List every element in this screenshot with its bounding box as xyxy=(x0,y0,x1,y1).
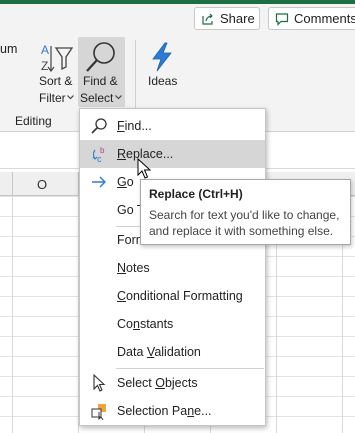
sort-filter-icon[interactable]: A Z xyxy=(40,42,74,74)
search-icon xyxy=(91,118,107,134)
svg-text:Z: Z xyxy=(41,59,48,73)
menu-item-selection-pane[interactable]: Selection Pane... xyxy=(80,397,265,425)
menu-item-label: Notes xyxy=(117,261,150,275)
menu-item-constants[interactable]: Constants xyxy=(80,310,265,338)
menu-item-notes[interactable]: Notes xyxy=(80,254,265,282)
select-objects-icon xyxy=(93,374,106,392)
find-select-line1: Find & xyxy=(83,74,118,88)
share-button[interactable]: Share xyxy=(194,7,260,30)
lightning-icon[interactable] xyxy=(148,42,176,72)
sort-filter-line2[interactable]: Filter xyxy=(39,91,66,105)
ideas-label[interactable]: Ideas xyxy=(148,74,177,88)
menu-item-data-validation[interactable]: Data Validation xyxy=(80,338,265,366)
replace-icon: b c xyxy=(92,146,105,163)
arrow-right-icon xyxy=(92,176,106,188)
menu-item-label: Select Objects xyxy=(117,376,198,390)
tooltip-title: Replace (Ctrl+H) xyxy=(149,187,243,201)
mouse-cursor-icon xyxy=(137,158,151,179)
selection-pane-icon xyxy=(91,404,106,420)
tooltip-description-line: and replace it with something else. xyxy=(149,224,334,238)
column-divider xyxy=(12,172,13,196)
tooltip-description: Search for text you'd like to change, an… xyxy=(149,207,342,239)
comments-button[interactable]: Comments xyxy=(268,7,355,30)
menu-item-label: Go xyxy=(117,175,134,189)
share-icon xyxy=(202,13,213,25)
chevron-down-icon xyxy=(115,95,122,100)
menu-item-conditional-formatting[interactable]: Conditional Formatting xyxy=(80,282,265,310)
column-header-o[interactable]: O xyxy=(37,177,47,192)
share-label: Share xyxy=(220,11,255,26)
menu-item-label: Find... xyxy=(117,119,152,133)
menu-item-label: Constants xyxy=(117,317,174,331)
svg-text:A: A xyxy=(41,43,49,57)
menu-item-find[interactable]: Find... xyxy=(80,112,265,140)
autosum-partial-label[interactable]: um xyxy=(0,42,17,56)
menu-item-label: Selection Pane... xyxy=(117,404,212,418)
comment-icon xyxy=(275,12,289,26)
tooltip-description-line: Search for text you'd like to change, xyxy=(149,208,340,222)
magnifier-icon xyxy=(86,42,115,72)
find-select-line2: Select xyxy=(80,91,114,105)
menu-item-label: Data Validation xyxy=(117,345,201,359)
comments-label: Comments xyxy=(294,11,355,26)
menu-item-replace[interactable]: b c Replace... xyxy=(80,140,265,168)
svg-text:c: c xyxy=(97,154,102,163)
sort-filter-line1[interactable]: Sort & xyxy=(39,74,72,88)
find-select-menu: Find... b c Replace... Go Go T Form Note… xyxy=(79,108,266,426)
menu-item-label: Conditional Formatting xyxy=(117,289,243,303)
replace-tooltip: Replace (Ctrl+H) Search for text you'd l… xyxy=(140,179,351,245)
group-editing-label: Editing xyxy=(15,114,52,128)
chevron-down-icon xyxy=(67,95,74,100)
menu-item-select-objects[interactable]: Select Objects xyxy=(80,369,265,397)
